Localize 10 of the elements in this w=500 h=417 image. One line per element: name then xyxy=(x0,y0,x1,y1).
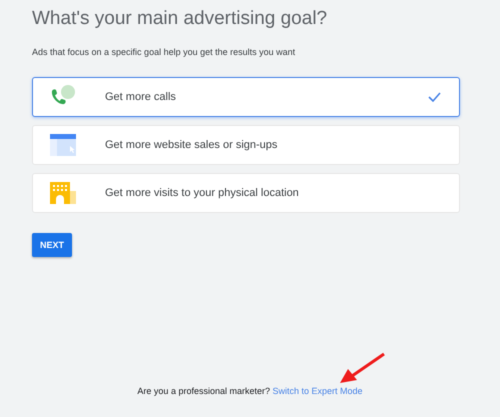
footer-question: Are you a professional marketer? xyxy=(137,386,270,396)
building-icon xyxy=(50,182,76,204)
checkmark-icon xyxy=(428,92,441,102)
goal-option[interactable]: Get more visits to your physical location xyxy=(32,173,460,213)
page-title: What's your main advertising goal? xyxy=(32,8,328,31)
goal-option[interactable]: Get more calls xyxy=(32,77,460,117)
page-subtitle: Ads that focus on a specific goal help you get the results you want xyxy=(32,47,296,57)
goal-option[interactable]: Get more website sales or sign-ups xyxy=(32,125,460,165)
next-button[interactable]: NEXT xyxy=(32,233,72,257)
browser-window-icon xyxy=(50,134,76,156)
